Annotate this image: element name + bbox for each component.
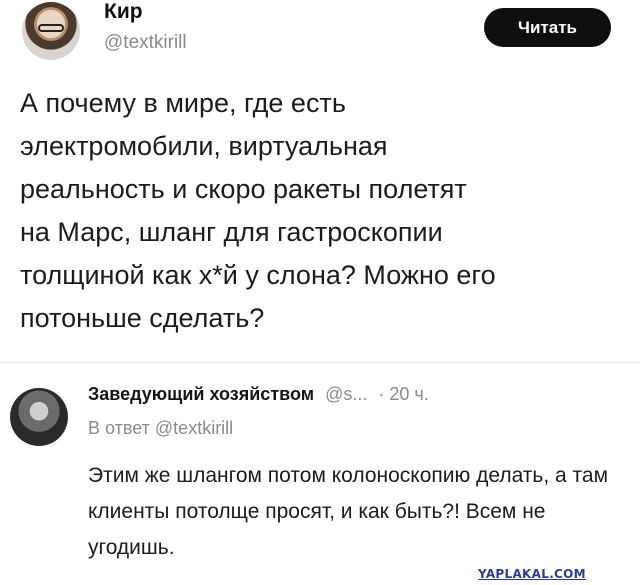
read-button[interactable]: Читать xyxy=(484,8,611,47)
reply-timestamp[interactable]: · 20 ч. xyxy=(378,384,428,404)
reply-header: Заведующий хозяйством @s... · 20 ч. xyxy=(88,384,429,405)
author-handle[interactable]: @textkirill xyxy=(104,32,187,54)
reply-author-handle[interactable]: @s... xyxy=(325,384,367,404)
divider xyxy=(0,362,640,363)
reply-to-prefix: В ответ xyxy=(88,418,150,438)
reply-text: Этим же шлангом потом колоноскопию делат… xyxy=(88,464,609,559)
author-avatar[interactable] xyxy=(22,2,80,60)
author-name[interactable]: Кир xyxy=(104,0,143,24)
reply-to-mention[interactable]: @textkirill xyxy=(155,418,233,438)
reply-author-name[interactable]: Заведующий хозяйством xyxy=(88,384,314,404)
reply-to-line: В ответ @textkirill xyxy=(88,418,233,439)
site-watermark[interactable]: YAPLAKAL.COM xyxy=(478,567,586,581)
tweet: Кир @textkirill Читать А почему в мире, … xyxy=(0,0,640,360)
tweet-text: А почему в мире, где есть электромобили,… xyxy=(20,88,496,333)
reply: Заведующий хозяйством @s... · 20 ч. В от… xyxy=(0,370,640,585)
glasses-icon xyxy=(38,24,64,32)
reply-avatar[interactable] xyxy=(10,388,68,446)
